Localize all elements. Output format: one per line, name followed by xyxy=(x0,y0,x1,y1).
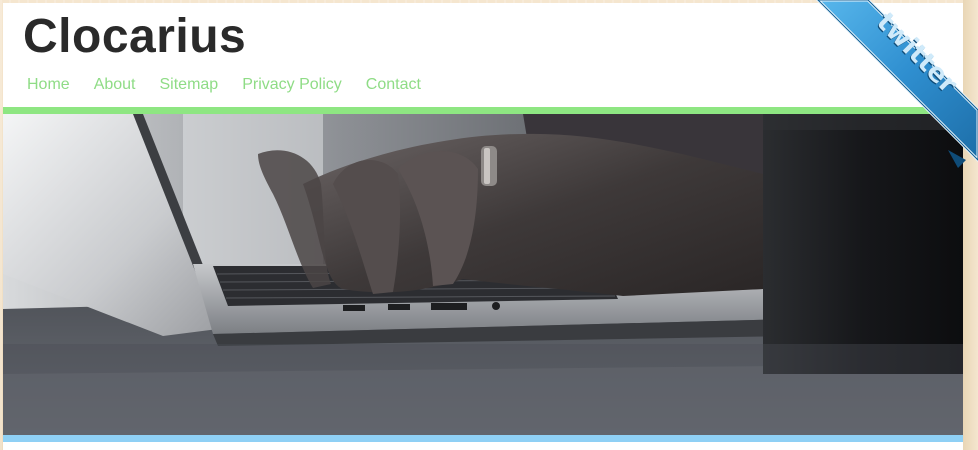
nav-item-privacy-policy[interactable]: Privacy Policy xyxy=(242,73,342,97)
nav-item-home[interactable]: Home xyxy=(27,73,70,97)
nav-item-about[interactable]: About xyxy=(94,73,136,97)
twitter-ribbon-icon: twitter twitter xyxy=(815,0,978,168)
main-nav: Home About Sitemap Privacy Policy Contac… xyxy=(27,73,445,97)
site-title-link[interactable]: Clocarius xyxy=(23,9,246,65)
nav-item-contact[interactable]: Contact xyxy=(366,73,421,97)
hero-divider xyxy=(3,435,963,442)
nav-item-sitemap[interactable]: Sitemap xyxy=(160,73,219,97)
twitter-ribbon-link[interactable]: twitter twitter xyxy=(798,0,978,180)
